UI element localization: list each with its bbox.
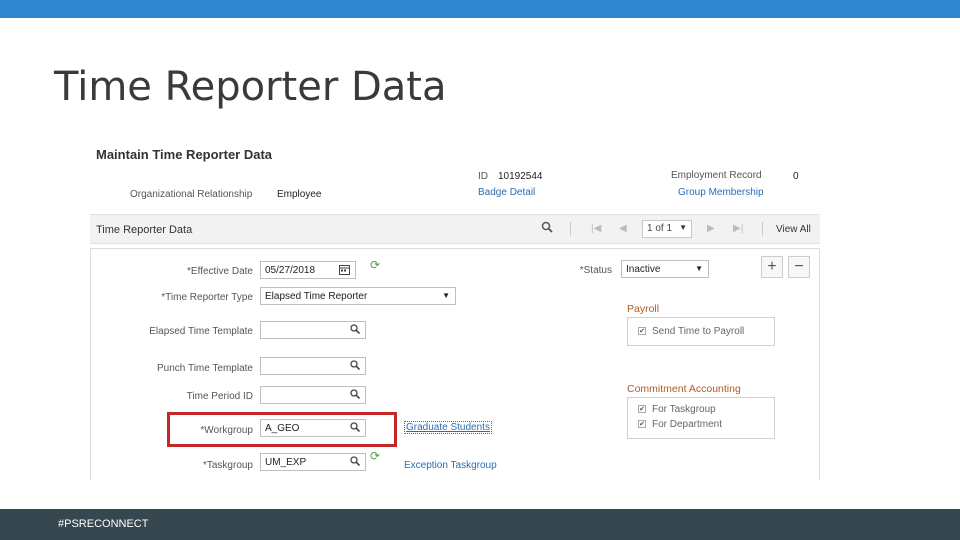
page-select[interactable]: 1 of 1 ▼ [642,220,692,238]
time-period-id-field[interactable] [260,386,366,404]
org-relationship-label: Organizational Relationship [130,189,253,200]
form-content-area: *Effective Date 05/27/2018 ⟳ *Time Repor… [90,248,820,480]
next-page-icon[interactable]: ▶ [707,223,715,234]
chevron-down-icon: ▼ [695,264,703,273]
first-page-icon[interactable]: |◀ [591,223,601,234]
previous-page-icon[interactable]: ◀ [619,223,627,234]
elapsed-time-template-label: Elapsed Time Template [149,326,253,337]
status-select[interactable]: Inactive ▼ [621,260,709,278]
employment-record-label: Employment Record [671,170,762,181]
calendar-icon[interactable] [339,264,350,278]
section-title: Time Reporter Data [96,224,193,236]
chevron-down-icon: ▼ [679,223,687,232]
org-relationship-value: Employee [277,189,322,200]
lookup-search-icon[interactable] [350,324,361,337]
time-period-id-label: Time Period ID [186,391,253,402]
for-taskgroup-row[interactable]: ✔ For Taskgroup [638,404,716,415]
group-membership-link[interactable]: Group Membership [678,187,764,198]
workgroup-value: A_GEO [265,423,300,434]
taskgroup-label: *Taskgroup [202,460,253,471]
elapsed-time-template-field[interactable] [260,321,366,339]
id-value: 10192544 [498,171,543,182]
lookup-search-icon[interactable] [350,389,361,402]
add-row-button[interactable]: + [761,256,783,278]
view-all-link[interactable]: View All [776,224,811,235]
for-department-label: For Department [652,419,723,430]
for-department-row[interactable]: ✔ For Department [638,419,722,430]
chevron-down-icon: ▼ [442,291,450,300]
footer-hashtag: #PSRECONNECT [58,518,149,530]
for-taskgroup-label: For Taskgroup [652,404,716,415]
graduate-students-link[interactable]: Graduate Students [404,421,492,434]
punch-time-template-label: Punch Time Template [157,363,253,374]
taskgroup-field[interactable]: UM_EXP [260,453,366,471]
time-reporter-type-select[interactable]: Elapsed Time Reporter ▼ [260,287,456,305]
last-page-icon[interactable]: ▶| [733,223,743,234]
slide-title: Time Reporter Data [54,64,447,110]
page-select-value: 1 of 1 [647,223,673,234]
page-heading: Maintain Time Reporter Data [96,147,273,162]
peoplesoft-screenshot: Maintain Time Reporter Data Organization… [90,138,820,480]
workgroup-field[interactable]: A_GEO [260,419,366,437]
slide-footer-bar: #PSRECONNECT [0,509,960,540]
send-time-to-payroll-label: Send Time to Payroll [652,326,745,337]
effective-date-field[interactable]: 05/27/2018 [260,261,356,279]
effective-date-value: 05/27/2018 [265,265,316,276]
send-time-to-payroll-checkbox[interactable]: ✔ [638,327,646,336]
time-reporter-type-value: Elapsed Time Reporter [265,291,368,302]
lookup-search-icon[interactable] [350,360,361,373]
payroll-group-title: Payroll [627,303,660,315]
status-label: *Status [579,265,612,276]
punch-time-template-field[interactable] [260,357,366,375]
workgroup-label: *Workgroup [200,425,253,436]
refresh-icon[interactable]: ⟳ [370,449,380,463]
lookup-search-icon[interactable] [350,422,361,435]
exception-taskgroup-link[interactable]: Exception Taskgroup [404,460,497,471]
badge-detail-link[interactable]: Badge Detail [478,187,535,198]
lookup-search-icon[interactable] [350,456,361,469]
toolbar-divider [762,222,763,236]
employment-record-value: 0 [793,171,799,182]
refresh-icon[interactable]: ⟳ [370,258,380,272]
delete-row-button[interactable]: − [788,256,810,278]
toolbar-divider [570,222,571,236]
send-time-to-payroll-row[interactable]: ✔ Send Time to Payroll [638,326,744,337]
for-department-checkbox[interactable]: ✔ [638,420,646,429]
search-icon[interactable] [541,221,553,236]
taskgroup-value: UM_EXP [265,457,307,468]
time-reporter-type-label: *Time Reporter Type [161,292,253,303]
status-value: Inactive [626,264,661,275]
slide-top-accent-bar [0,0,960,18]
for-taskgroup-checkbox[interactable]: ✔ [638,405,646,414]
section-header-bar: Time Reporter Data |◀ ◀ 1 of 1 ▼ ▶ ▶| Vi… [90,214,820,244]
payroll-group-box: ✔ Send Time to Payroll [627,317,775,346]
commitment-accounting-group-box: ✔ For Taskgroup ✔ For Department [627,397,775,439]
effective-date-label: *Effective Date [187,266,253,277]
commitment-accounting-group-title: Commitment Accounting [627,383,741,395]
id-label: ID [478,171,488,182]
